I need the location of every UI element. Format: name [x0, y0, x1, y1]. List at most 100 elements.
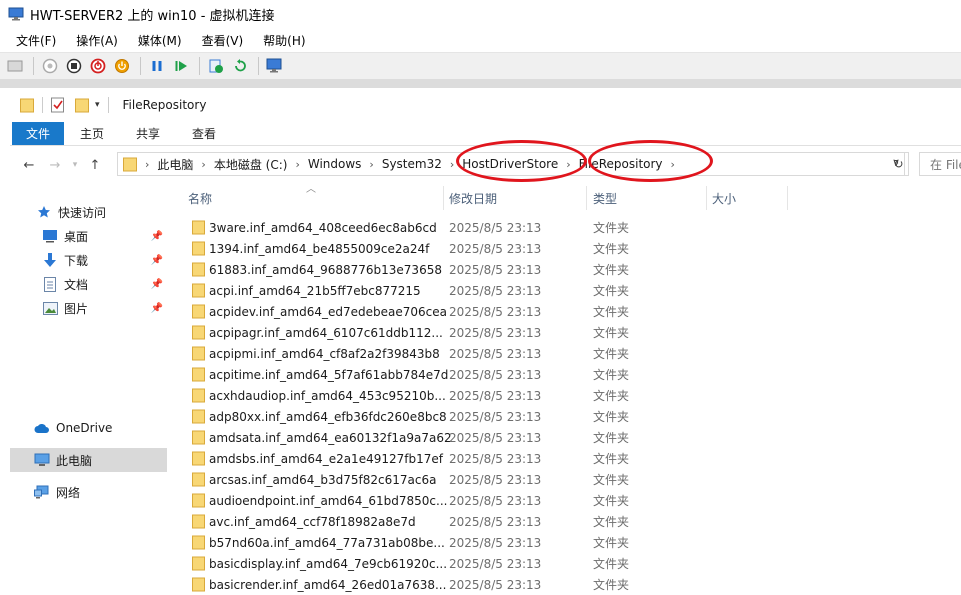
breadcrumb-chevron-icon[interactable]: › [201, 158, 205, 171]
nav-downloads[interactable]: 下载 📌 [10, 248, 167, 272]
column-header-name[interactable]: 名称 [188, 186, 443, 210]
shutdown-icon[interactable] [87, 55, 109, 77]
vm-menu-help[interactable]: 帮助(H) [253, 32, 315, 49]
column-header-modified[interactable]: 修改日期 [449, 186, 579, 210]
file-modified-date: 2025/8/5 23:13 [449, 367, 542, 382]
revert-icon[interactable] [229, 55, 251, 77]
table-row[interactable]: audioendpoint.inf_amd64_61bd7850c... 2025… [170, 490, 961, 511]
table-row[interactable]: b57nd60a.inf_amd64_77a731ab08be... 2025/8… [170, 532, 961, 553]
resume-icon[interactable] [170, 55, 192, 77]
breadcrumb-system32[interactable]: System32 [382, 157, 442, 171]
file-name[interactable]: 1394.inf_amd64_be4855009ce2a24f [209, 242, 429, 256]
vm-menu-media[interactable]: 媒体(M) [128, 32, 192, 49]
file-name[interactable]: b57nd60a.inf_amd64_77a731ab08be... [209, 536, 445, 550]
breadcrumb-chevron-icon[interactable]: › [450, 158, 454, 171]
table-row[interactable]: avc.inf_amd64_ccf78f18982a8e7d 2025/8/5 2… [170, 511, 961, 532]
ctrl-alt-del-icon[interactable] [4, 55, 26, 77]
breadcrumb-windows[interactable]: Windows [308, 157, 362, 171]
file-name[interactable]: basicdisplay.inf_amd64_7e9cb61920c... [209, 557, 447, 571]
file-name[interactable]: amdsbs.inf_amd64_e2a1e49127fb17ef [209, 452, 443, 466]
file-name[interactable]: acxhdaudiop.inf_amd64_453c95210b... [209, 389, 446, 403]
column-divider[interactable] [443, 186, 444, 210]
file-name[interactable]: acpipmi.inf_amd64_cf8af2a2f39843b8 [209, 347, 440, 361]
table-row[interactable]: 1394.inf_amd64_be4855009ce2a24f 2025/8/5 … [170, 238, 961, 259]
table-row[interactable]: acpidev.inf_amd64_ed7edebeae706cea 2025/8… [170, 301, 961, 322]
column-divider[interactable] [586, 186, 587, 210]
forward-arrow-icon[interactable]: → [42, 152, 68, 178]
nav-pictures[interactable]: 图片 📌 [10, 296, 167, 320]
tab-share[interactable]: 共享 [120, 122, 176, 145]
file-name[interactable]: 61883.inf_amd64_9688776b13e73658 [209, 263, 442, 277]
nav-desktop[interactable]: 桌面 📌 [10, 224, 167, 248]
breadcrumb-filerepository[interactable]: FileRepository [579, 157, 663, 171]
vm-menu-file[interactable]: 文件(F) [6, 32, 66, 49]
file-name[interactable]: 3ware.inf_amd64_408ceed6ec8ab6cd [209, 221, 437, 235]
checkpoint-icon[interactable] [205, 55, 227, 77]
file-name[interactable]: audioendpoint.inf_amd64_61bd7850c... [209, 494, 447, 508]
breadcrumb-this-pc[interactable]: 此电脑 [157, 156, 193, 173]
recent-locations-chevron-icon[interactable]: ▾ [68, 152, 82, 178]
pin-icon[interactable]: 📌 [151, 279, 163, 290]
address-bar[interactable]: › 此电脑 › 本地磁盘 (C:) › Windows › System32 ›… [117, 152, 905, 176]
new-folder-icon[interactable] [75, 97, 89, 113]
breadcrumb-chevron-icon[interactable]: › [295, 158, 299, 171]
nav-onedrive[interactable]: OneDrive [10, 416, 167, 440]
breadcrumb-chevron-icon[interactable]: › [145, 158, 149, 171]
nav-this-pc[interactable]: 此电脑 [10, 448, 167, 472]
breadcrumb-hostdriverstore[interactable]: HostDriverStore [462, 157, 558, 171]
table-row[interactable]: acpi.inf_amd64_21b5ff7ebc877215 2025/8/5 … [170, 280, 961, 301]
table-row[interactable]: amdsbs.inf_amd64_e2a1e49127fb17ef 2025/8/… [170, 448, 961, 469]
table-row[interactable]: acpitime.inf_amd64_5f7af61abb784e7d 2025/… [170, 364, 961, 385]
vm-menu-action[interactable]: 操作(A) [66, 32, 128, 49]
file-name[interactable]: acpipagr.inf_amd64_6107c61ddb112... [209, 326, 443, 340]
column-header-type[interactable]: 类型 [593, 186, 693, 210]
qat-dropdown-icon[interactable]: ▾ [95, 100, 100, 110]
column-divider[interactable] [787, 186, 788, 210]
tab-file[interactable]: 文件 [12, 122, 65, 145]
pin-icon[interactable]: 📌 [151, 303, 163, 314]
pin-icon[interactable]: 📌 [151, 231, 163, 242]
file-name[interactable]: acpitime.inf_amd64_5f7af61abb784e7d [209, 368, 448, 382]
breadcrumb-chevron-icon[interactable]: › [566, 158, 570, 171]
nav-documents[interactable]: 文档 📌 [10, 272, 167, 296]
tab-home[interactable]: 主页 [64, 122, 120, 145]
tab-view[interactable]: 查看 [176, 122, 232, 145]
file-name[interactable]: acpidev.inf_amd64_ed7edebeae706cea [209, 305, 447, 319]
nav-quick-access[interactable]: 快速访问 [10, 200, 167, 224]
table-row[interactable]: arcsas.inf_amd64_b3d75f82c617ac6a 2025/8/… [170, 469, 961, 490]
back-arrow-icon[interactable]: ← [16, 152, 42, 178]
search-input[interactable]: 在 File [919, 152, 961, 176]
pin-icon[interactable]: 📌 [151, 255, 163, 266]
properties-icon[interactable] [51, 97, 65, 113]
table-row[interactable]: acxhdaudiop.inf_amd64_453c95210b... 2025/… [170, 385, 961, 406]
turn-off-icon[interactable] [63, 55, 85, 77]
table-row[interactable]: acpipagr.inf_amd64_6107c61ddb112... 2025/… [170, 322, 961, 343]
column-header-size[interactable]: 大小 [712, 186, 782, 210]
table-row[interactable]: acpipmi.inf_amd64_cf8af2a2f39843b8 2025/8… [170, 343, 961, 364]
file-type: 文件夹 [593, 326, 630, 340]
table-row[interactable]: adp80xx.inf_amd64_efb36fdc260e8bc8 2025/8… [170, 406, 961, 427]
table-row[interactable]: 3ware.inf_amd64_408ceed6ec8ab6cd 2025/8/5… [170, 217, 961, 238]
file-name[interactable]: adp80xx.inf_amd64_efb36fdc260e8bc8 [209, 410, 447, 424]
table-row[interactable]: amdsata.inf_amd64_ea60132f1a9a7a62 2025/8… [170, 427, 961, 448]
refresh-icon[interactable]: ↻ [889, 152, 909, 176]
power-icon[interactable] [111, 55, 133, 77]
file-name[interactable]: acpi.inf_amd64_21b5ff7ebc877215 [209, 284, 421, 298]
file-name[interactable]: basicrender.inf_amd64_26ed01a7638... [209, 578, 446, 592]
table-row[interactable]: basicrender.inf_amd64_26ed01a7638... 2025… [170, 574, 961, 595]
table-row[interactable]: basicdisplay.inf_amd64_7e9cb61920c... 202… [170, 553, 961, 574]
file-name[interactable]: arcsas.inf_amd64_b3d75f82c617ac6a [209, 473, 436, 487]
breadcrumb-chevron-icon[interactable]: › [369, 158, 373, 171]
enhanced-session-icon[interactable] [264, 55, 286, 77]
pause-icon[interactable] [146, 55, 168, 77]
breadcrumb-chevron-icon[interactable]: › [671, 158, 675, 171]
column-divider[interactable] [706, 186, 707, 210]
table-row[interactable]: 61883.inf_amd64_9688776b13e73658 2025/8/5… [170, 259, 961, 280]
vm-menu-view[interactable]: 查看(V) [192, 32, 254, 49]
nav-network[interactable]: 网络 [10, 480, 167, 504]
file-name[interactable]: avc.inf_amd64_ccf78f18982a8e7d [209, 515, 416, 529]
start-icon[interactable] [39, 55, 61, 77]
breadcrumb-local-disk[interactable]: 本地磁盘 (C:) [214, 156, 288, 173]
up-arrow-icon[interactable]: ↑ [82, 152, 108, 178]
file-name[interactable]: amdsata.inf_amd64_ea60132f1a9a7a62 [209, 431, 452, 445]
